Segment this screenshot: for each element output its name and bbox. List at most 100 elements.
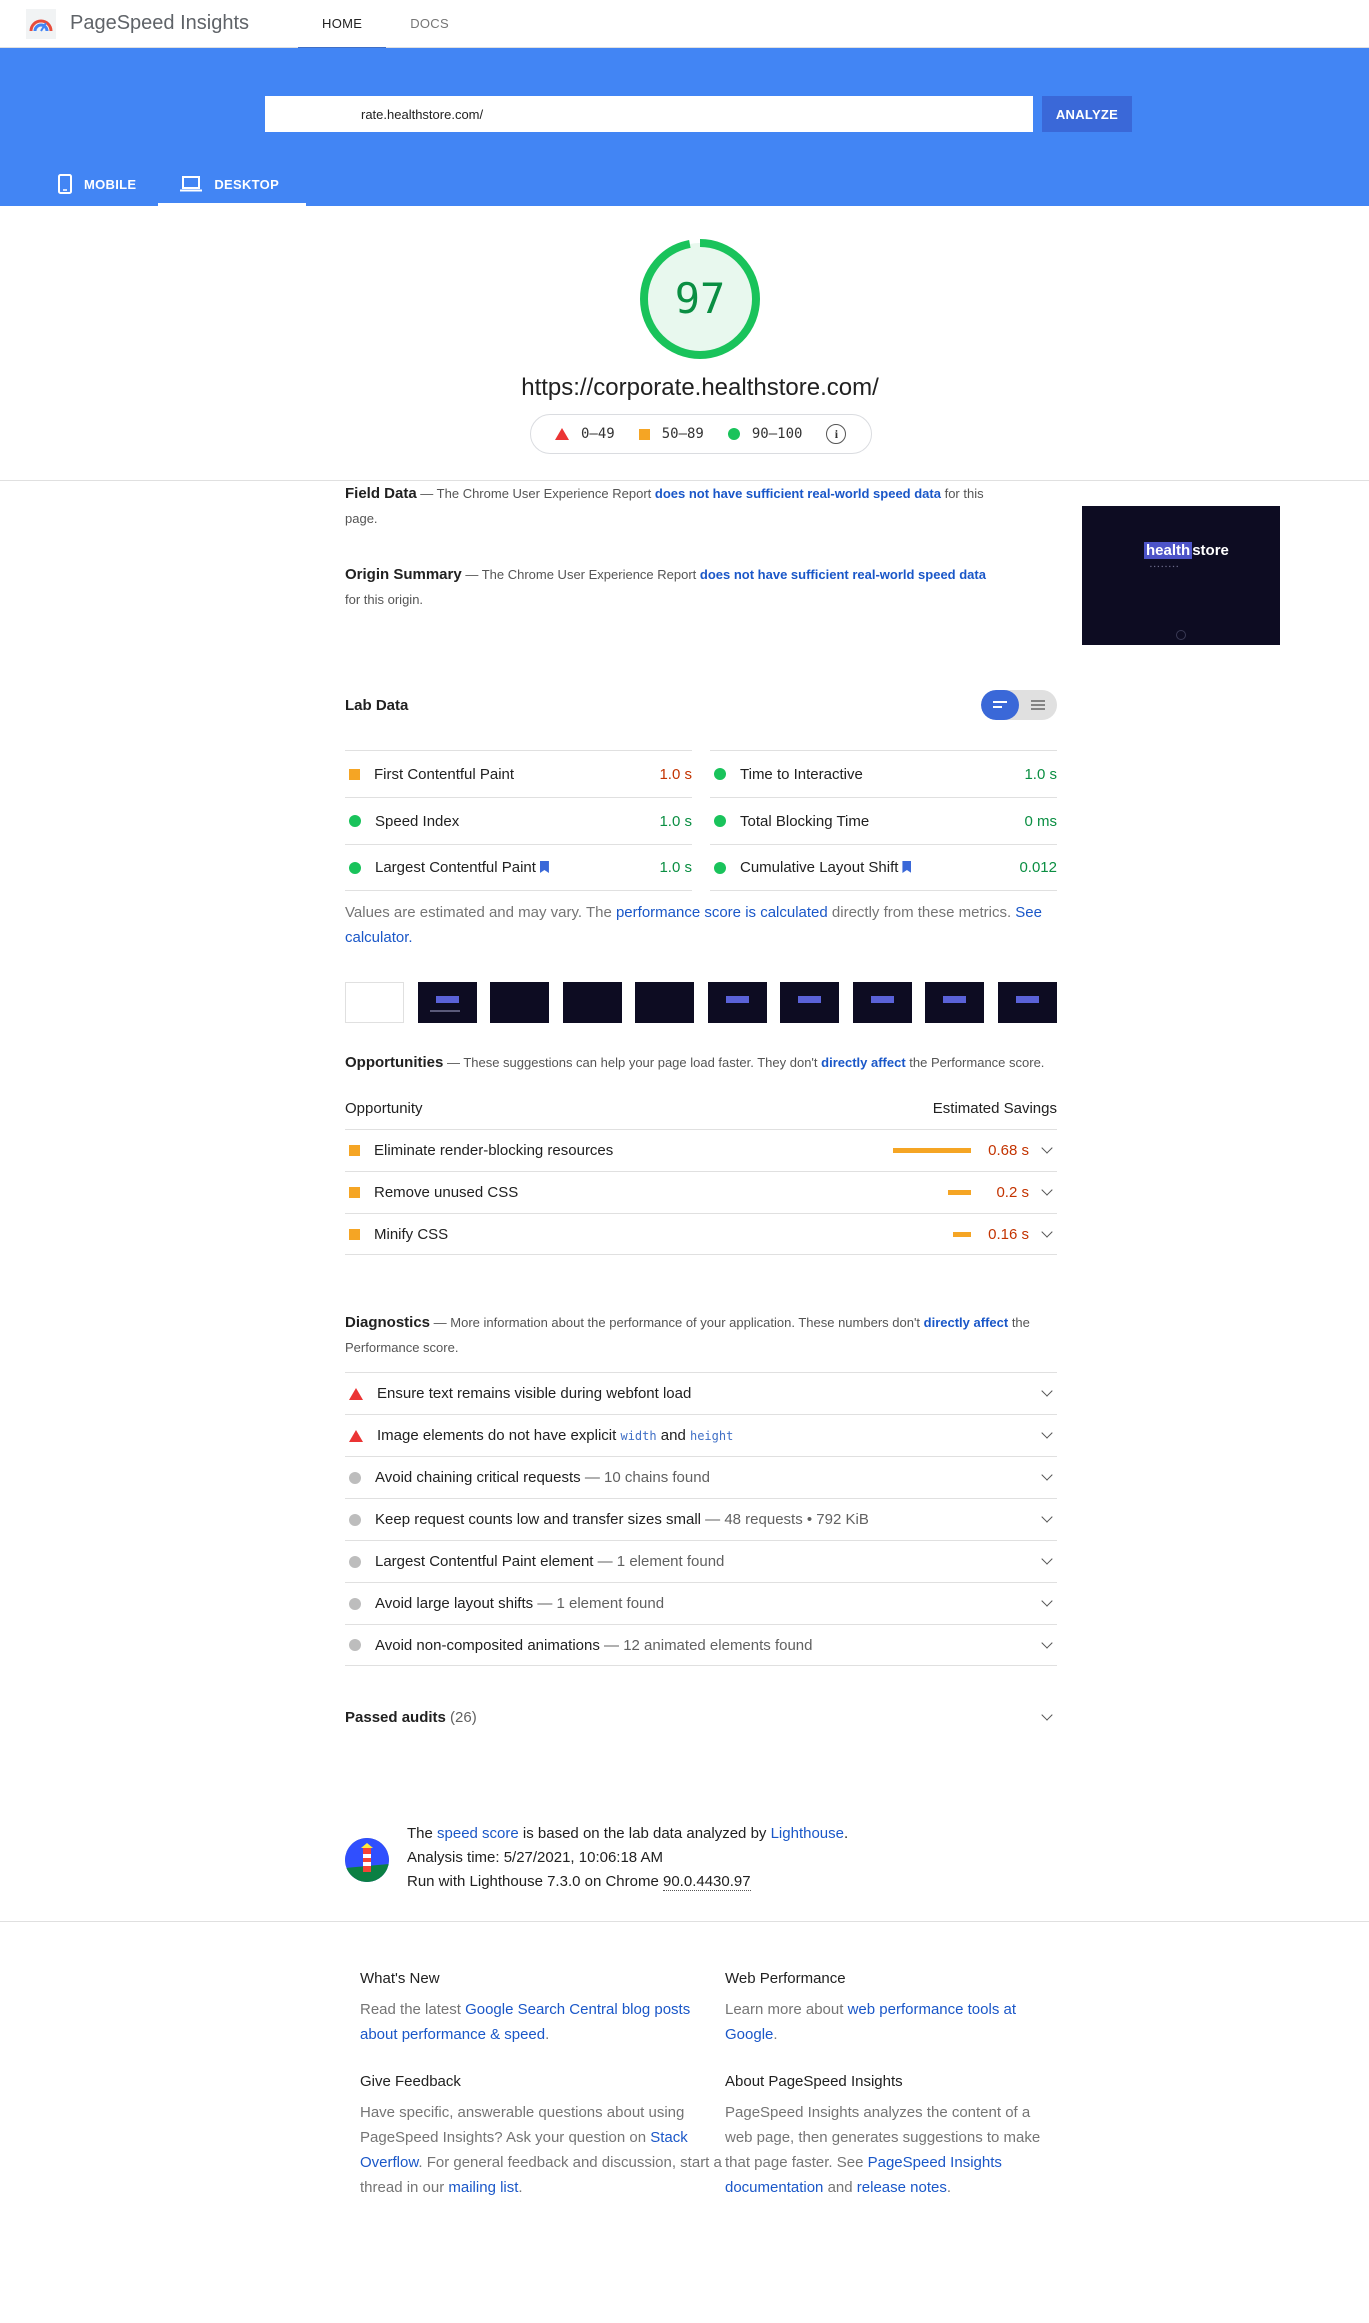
metric-si: Speed Index 1.0 s xyxy=(345,797,692,844)
diagnostic-row[interactable]: Largest Contentful Paint element — 1 ele… xyxy=(345,1540,1057,1582)
brand[interactable]: PageSpeed Insights xyxy=(0,8,298,39)
performance-gauge: 97 xyxy=(639,238,761,360)
origin-summary-title: Origin Summary xyxy=(345,566,462,583)
savings-bar xyxy=(953,1231,971,1237)
field-data-link[interactable]: does not have sufficient real-world spee… xyxy=(655,486,941,501)
footer-columns: What's New Read the latest Google Search… xyxy=(360,1970,1060,2200)
chevron-down-icon[interactable] xyxy=(1041,1553,1053,1565)
opportunity-row[interactable]: Remove unused CSS 0.2 s xyxy=(345,1171,1057,1213)
opportunities-section: Opportunities — These suggestions can he… xyxy=(345,1050,1057,1255)
url-row: ANALYZE xyxy=(265,96,1132,132)
pass-circle-icon xyxy=(714,768,726,780)
footer: What's New Read the latest Google Search… xyxy=(0,1921,1369,2196)
lab-data-header: Lab Data xyxy=(345,690,1057,720)
metric-lcp: Largest Contentful Paint 1.0 s xyxy=(345,844,692,891)
analysis-time: Analysis time: 5/27/2021, 10:06:18 AM xyxy=(407,1849,663,1866)
lab-metrics: First Contentful Paint 1.0 s Time to Int… xyxy=(345,750,1057,891)
tab-home[interactable]: HOME xyxy=(298,0,387,49)
informative-circle-icon xyxy=(349,1555,361,1568)
url-input[interactable] xyxy=(265,96,1033,132)
footer-whats-new: What's New Read the latest Google Search… xyxy=(360,1970,691,2043)
release-notes-link[interactable]: release notes xyxy=(857,2179,947,2196)
diagnostics-title: Diagnostics xyxy=(345,1314,431,1331)
opportunity-row[interactable]: Minify CSS 0.16 s xyxy=(345,1213,1057,1255)
chevron-down-icon[interactable] xyxy=(1041,1427,1053,1439)
toggle-compact-icon[interactable] xyxy=(981,690,1019,720)
film-frame xyxy=(345,982,404,1023)
info-icon[interactable]: i xyxy=(826,424,847,444)
metric-tti: Time to Interactive 1.0 s xyxy=(710,750,1057,797)
bookmark-flag-icon xyxy=(539,861,549,873)
score-legend: 0–49 50–89 90–100 i xyxy=(530,414,872,454)
filmstrip xyxy=(345,982,1057,1023)
pass-circle-icon xyxy=(714,861,726,874)
average-square-icon xyxy=(638,428,650,440)
lab-data-title: Lab Data xyxy=(345,696,409,714)
opportunity-row[interactable]: Eliminate render-blocking resources 0.68… xyxy=(345,1129,1057,1171)
tab-mobile-label: MOBILE xyxy=(84,176,137,192)
directly-affect-link[interactable]: directly affect xyxy=(924,1315,1009,1330)
average-square-icon xyxy=(349,1145,360,1156)
phone-icon xyxy=(58,174,72,194)
tab-desktop-label: DESKTOP xyxy=(214,176,280,192)
speed-score-link[interactable]: speed score xyxy=(437,1825,519,1842)
legend-average: 50–89 xyxy=(661,426,704,442)
savings-bar xyxy=(893,1148,971,1153)
diagnostic-row[interactable]: Ensure text remains visible during webfo… xyxy=(345,1372,1057,1414)
chevron-down-icon[interactable] xyxy=(1041,1511,1053,1523)
fail-triangle-icon xyxy=(349,1429,363,1442)
chevron-down-icon[interactable] xyxy=(1041,1708,1053,1721)
performance-score: 97 xyxy=(674,274,726,323)
legend-pass: 90–100 xyxy=(751,426,803,442)
toggle-expanded-icon[interactable] xyxy=(1019,690,1057,720)
footer-about: About PageSpeed Insights PageSpeed Insig… xyxy=(725,2073,1041,2196)
top-bar: PageSpeed Insights HOME DOCS xyxy=(0,0,1369,49)
mailing-list-link[interactable]: mailing list xyxy=(448,2179,518,2196)
chevron-down-icon[interactable] xyxy=(1041,1595,1053,1607)
origin-summary: Origin Summary — The Chrome User Experie… xyxy=(345,566,986,607)
diagnostic-row[interactable]: Avoid non-composited animations — 12 ani… xyxy=(345,1624,1057,1666)
chevron-down-icon[interactable] xyxy=(1041,1184,1053,1196)
informative-circle-icon xyxy=(349,1471,361,1484)
diagnostic-row[interactable]: Image elements do not have explicit widt… xyxy=(345,1414,1057,1456)
analyze-button[interactable]: ANALYZE xyxy=(1042,96,1132,132)
directly-affect-link[interactable]: directly affect xyxy=(821,1055,906,1070)
pass-circle-icon xyxy=(349,815,361,827)
chevron-down-icon[interactable] xyxy=(1041,1469,1053,1481)
tab-mobile[interactable]: MOBILE xyxy=(36,162,158,206)
informative-circle-icon xyxy=(349,1597,361,1610)
lighthouse-link[interactable]: Lighthouse xyxy=(771,1825,844,1842)
diagnostic-row[interactable]: Keep request counts low and transfer siz… xyxy=(345,1498,1057,1540)
device-tabs: MOBILE DESKTOP xyxy=(36,162,307,206)
passed-audits[interactable]: Passed audits (26) xyxy=(345,1702,1057,1732)
chevron-down-icon[interactable] xyxy=(1041,1225,1053,1238)
footer-web-performance: Web Performance Learn more about web per… xyxy=(725,1970,1016,2043)
film-frame xyxy=(707,982,767,1023)
score-section: 97 https://corporate.healthstore.com/ 0–… xyxy=(0,206,1369,481)
film-frame xyxy=(852,982,912,1023)
run-info: The speed score is based on the lab data… xyxy=(345,1822,1057,1894)
chevron-down-icon[interactable] xyxy=(1041,1385,1053,1397)
lighthouse-icon xyxy=(345,1838,389,1882)
film-frame xyxy=(780,982,840,1023)
diagnostic-row[interactable]: Avoid large layout shifts — 1 element fo… xyxy=(345,1582,1057,1624)
psi-logo-icon xyxy=(26,8,56,39)
chevron-down-icon[interactable] xyxy=(1041,1636,1053,1649)
legend-fail: 0–49 xyxy=(581,426,615,442)
average-square-icon xyxy=(349,768,360,780)
diagnostic-row[interactable]: Avoid chaining critical requests — 10 ch… xyxy=(345,1456,1057,1498)
passed-audits-count: (26) xyxy=(445,1708,477,1726)
opportunities-title: Opportunities xyxy=(345,1054,444,1071)
view-toggle[interactable] xyxy=(981,690,1057,720)
chrome-version[interactable]: 90.0.4430.97 xyxy=(663,1873,751,1891)
chevron-down-icon[interactable] xyxy=(1041,1142,1053,1154)
film-frame xyxy=(635,982,695,1023)
origin-summary-link[interactable]: does not have sufficient real-world spee… xyxy=(700,567,986,582)
film-frame xyxy=(925,982,985,1023)
thumbnail-tagline-graphic: ▪▪▪▪▪▪▪▪ xyxy=(1150,564,1181,570)
film-frame xyxy=(417,982,477,1023)
score-calculated-link[interactable]: performance score is calculated xyxy=(616,904,828,921)
tab-docs[interactable]: DOCS xyxy=(386,0,473,48)
tab-desktop[interactable]: DESKTOP xyxy=(158,162,307,206)
average-square-icon xyxy=(349,1187,360,1198)
